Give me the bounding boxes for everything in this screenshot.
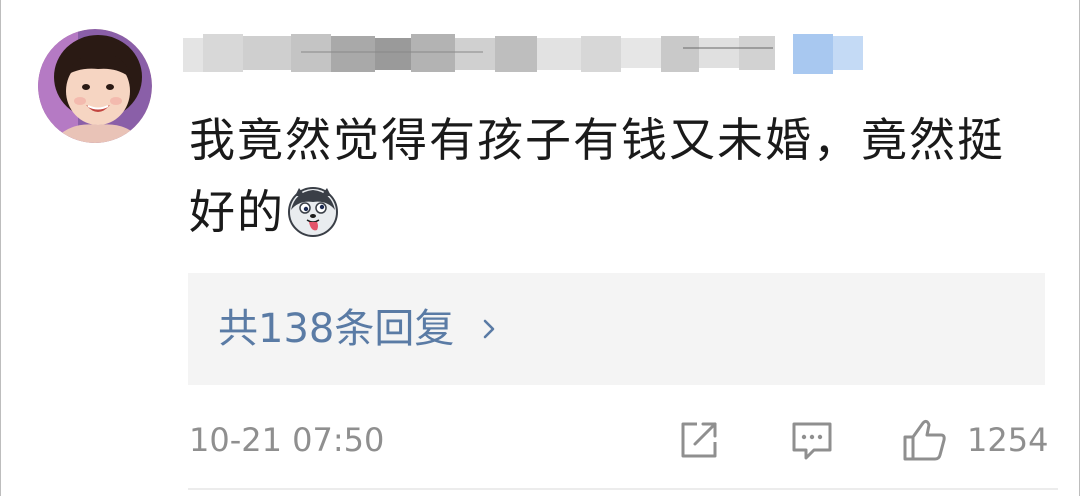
divider xyxy=(188,488,1058,490)
avatar-image xyxy=(38,29,152,143)
reply-button[interactable] xyxy=(790,416,834,464)
comment-timestamp: 10-21 07:50 xyxy=(189,421,385,459)
comment-card: 我竟然觉得有孩子有钱又未婚，竟然挺好的 共138条回复 10-21 07:50 … xyxy=(0,0,1080,496)
share-icon xyxy=(681,422,717,458)
share-button[interactable] xyxy=(677,416,721,464)
replies-count-label: 共138条回复 xyxy=(218,306,455,352)
view-replies-link[interactable]: 共138条回复 xyxy=(218,303,500,355)
replies-panel[interactable]: 共138条回复 xyxy=(188,273,1045,385)
chevron-right-icon xyxy=(484,319,495,339)
like-button[interactable]: 1254 xyxy=(901,416,1048,464)
username-redacted[interactable] xyxy=(183,26,873,82)
comment-icon xyxy=(792,422,832,460)
avatar[interactable] xyxy=(38,29,152,143)
blur-mosaic xyxy=(183,34,863,74)
husky-tongue-emoji xyxy=(287,186,339,238)
comment-body: 我竟然觉得有孩子有钱又未婚，竟然挺好的 xyxy=(189,104,1039,248)
like-count: 1254 xyxy=(967,421,1049,459)
thumbs-up-icon xyxy=(903,419,946,461)
